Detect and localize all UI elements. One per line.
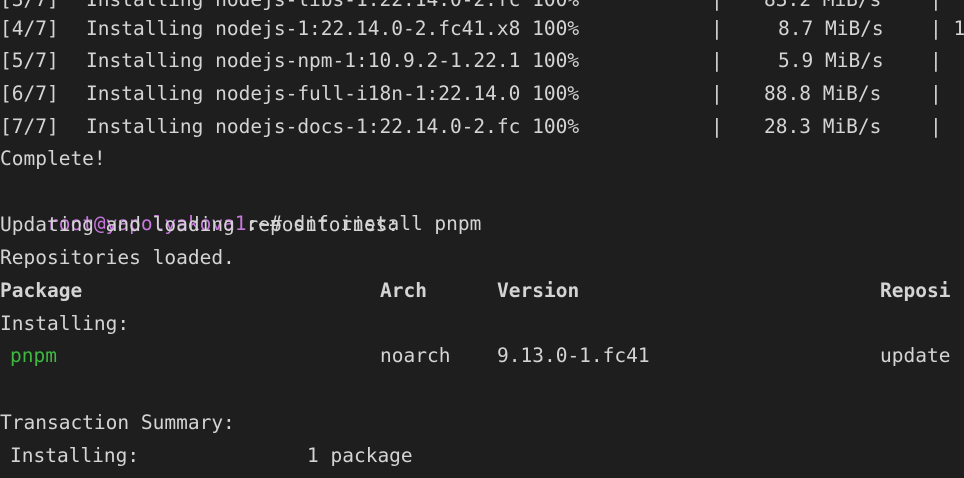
install-index: [6/7] [0, 82, 59, 105]
shell-prompt-line: root@yapolyakova1:~# dnf install pnpm [0, 176, 481, 235]
transaction-summary-row: Installing: 1 package [0, 440, 964, 472]
progress-separator: | [711, 82, 723, 105]
install-index: [5/7] [0, 49, 59, 72]
complete-message: Complete! [0, 147, 106, 170]
transaction-summary-title: Transaction Summary: [0, 411, 235, 434]
status-updating: Updating and loading repositories: [0, 213, 400, 236]
progress-separator: | [930, 115, 942, 138]
install-index: [4/7] [0, 17, 59, 40]
header-version: Version [497, 279, 580, 302]
header-package: Package [0, 279, 83, 302]
progress-separator: | [930, 49, 942, 72]
transfer-rate: 88.8 MiB/s [764, 82, 882, 105]
install-text: Installing nodejs-full-i18n-1:22.14.0 10… [86, 82, 580, 105]
transfer-rate: 28.3 MiB/s [764, 115, 882, 138]
progress-separator: | [930, 82, 942, 105]
header-arch: Arch [380, 279, 427, 302]
transfer-rate: 8.7 MiB/s [778, 17, 884, 40]
install-progress-line-4: [4/7] Installing nodejs-1:22.14.0-2.fc41… [0, 13, 964, 45]
package-table-header: Package Arch Version Reposi [0, 275, 964, 307]
progress-separator: | [711, 49, 723, 72]
table-row: pnpm noarch 9.13.0-1.fc41 update [0, 340, 964, 372]
transfer-rate: 5.9 MiB/s [778, 49, 884, 72]
progress-separator: | [711, 115, 723, 138]
header-repository: Reposi [880, 279, 951, 302]
install-text: Installing nodejs-docs-1:22.14.0-2.fc 10… [86, 115, 580, 138]
status-loaded: Repositories loaded. [0, 246, 235, 269]
progress-separator: | [711, 17, 723, 40]
install-index: [7/7] [0, 115, 59, 138]
summary-label: Installing: [10, 444, 140, 467]
install-progress-line-6: [6/7] Installing nodejs-full-i18n-1:22.1… [0, 78, 942, 110]
package-repository: update [880, 344, 951, 367]
package-arch: noarch [380, 344, 451, 367]
install-text: Installing nodejs-npm-1:10.9.2-1.22.1 10… [86, 49, 580, 72]
install-progress-line-7: [7/7] Installing nodejs-docs-1:22.14.0-2… [0, 111, 942, 143]
summary-value: 1 package [307, 444, 413, 467]
table-section-label: Installing: [0, 312, 130, 335]
install-progress-line-5: [5/7] Installing nodejs-npm-1:10.9.2-1.2… [0, 45, 942, 77]
terminal-window[interactable]: [3/7] Installing nodejs-libs-1:22.14.0-2… [0, 0, 964, 478]
package-version: 9.13.0-1.fc41 [497, 344, 650, 367]
install-text: Installing nodejs-1:22.14.0-2.fc41.x8 10… [86, 17, 580, 40]
progress-separator: | 1 [930, 17, 964, 40]
package-name: pnpm [10, 344, 57, 367]
